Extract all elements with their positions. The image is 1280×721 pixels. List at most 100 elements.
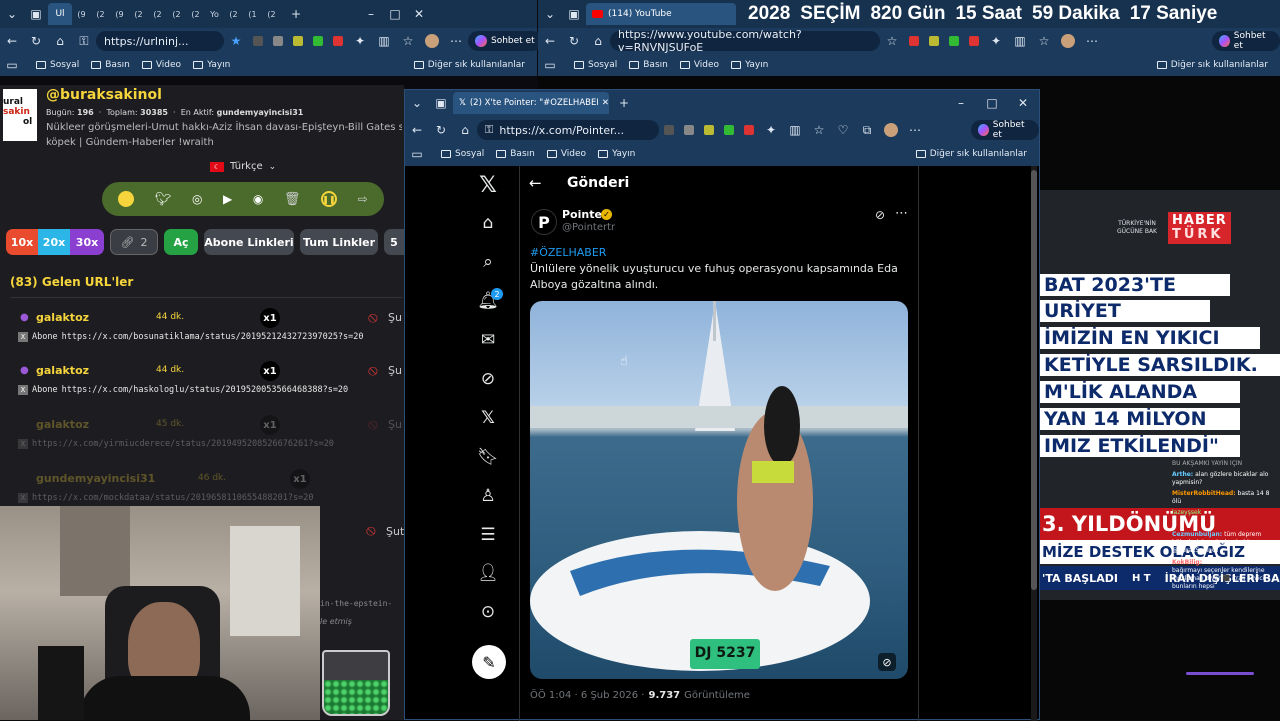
tab-2[interactable]: (2 (92, 6, 109, 23)
close-icon[interactable]: ✕ (412, 7, 426, 21)
more-icon[interactable]: ⋯ (1085, 34, 1099, 48)
trash-icon[interactable]: 🗑︎ (284, 192, 301, 207)
favorite-star-icon[interactable]: ☆ (885, 34, 899, 48)
back-icon[interactable]: ← (5, 34, 19, 48)
speed-20x-button[interactable]: 20x (38, 229, 70, 255)
tab-8[interactable]: Yo (206, 6, 223, 23)
x-logo-icon[interactable]: 𝕏 (477, 173, 499, 198)
workspaces-icon[interactable]: ▣ (567, 7, 581, 21)
tab-3[interactable]: (9 (111, 6, 128, 23)
tab-menu-chevron-icon[interactable]: ⌄ (543, 7, 557, 21)
block-icon[interactable]: ⦸ (368, 361, 378, 379)
back-arrow-icon[interactable]: ← (529, 174, 542, 192)
all-links-button[interactable]: Tum Linkler (300, 229, 378, 255)
ext-icon-2[interactable] (684, 125, 694, 135)
home-icon[interactable]: ⌂ (458, 123, 472, 137)
bookmark-yayin[interactable]: Yayın (731, 60, 768, 70)
open-button[interactable]: Aç (164, 229, 198, 255)
minimize-icon[interactable]: – (364, 7, 378, 21)
tab-1[interactable]: (9 (73, 6, 90, 23)
tweet-media-photo[interactable]: DJ 5237 ⊘ (530, 301, 908, 679)
url-row[interactable]: ● galaktoz 44 dk. x1 ⦸ Şu X Abone https://… (18, 308, 408, 356)
refresh-icon[interactable]: ↻ (29, 34, 43, 48)
split-screen-icon[interactable]: ▥ (377, 34, 391, 48)
yt-sohbet-button[interactable]: Sohbet et (1212, 31, 1280, 51)
ext-icon-3[interactable] (293, 36, 303, 46)
link-count-field[interactable]: 🔗︎ 2 (110, 229, 158, 255)
ext-icon-1[interactable] (909, 36, 919, 46)
grok-icon[interactable]: ⊘ (477, 368, 499, 390)
messages-envelope-icon[interactable]: ✉ (477, 329, 499, 351)
bookmark-basin[interactable]: Basın (629, 60, 668, 70)
bookmark-basin[interactable]: Basın (91, 60, 130, 70)
share-icon[interactable]: ⇨ (358, 192, 368, 206)
row-user[interactable]: galaktoz (36, 418, 89, 431)
ext-icon-5[interactable] (333, 36, 343, 46)
url-row-faded[interactable]: galaktoz 45 dk. x1 ⦸ Şu Xhttps://x.com/y… (18, 415, 408, 463)
ext-icon-4[interactable] (313, 36, 323, 46)
other-bookmarks[interactable]: Diğer sık kullanılanlar (413, 60, 525, 70)
compose-post-button[interactable]: ✎ (472, 645, 506, 679)
more-circle-icon[interactable]: ⊙ (477, 601, 499, 623)
refresh-icon[interactable]: ↻ (434, 123, 448, 137)
favorites-icon[interactable]: ☆ (1037, 34, 1051, 48)
back-icon[interactable]: ← (543, 34, 557, 48)
chrome-icon[interactable] (118, 191, 135, 207)
new-tab-icon[interactable]: + (617, 96, 631, 110)
ext-icon-2[interactable] (273, 36, 283, 46)
bookmark-video[interactable]: Video (679, 60, 719, 70)
row-user[interactable]: galaktoz (36, 364, 89, 377)
profile-avatar[interactable] (1061, 34, 1075, 48)
reading-list-icon[interactable]: ▭ (543, 58, 557, 72)
ext-icon-1[interactable] (253, 36, 263, 46)
block-icon[interactable]: ⦸ (368, 308, 378, 326)
tab-menu-chevron-icon[interactable]: ⌄ (410, 96, 424, 110)
collections-icon[interactable]: ♡ (836, 123, 850, 137)
ext-icon-4[interactable] (724, 125, 734, 135)
youtube-tab[interactable]: (114) YouTube (586, 3, 736, 25)
extensions-icon[interactable]: ✦ (353, 34, 367, 48)
ext-icon-5[interactable] (744, 125, 754, 135)
reading-list-icon[interactable]: ▭ (5, 58, 19, 72)
row-link[interactable]: Xhttps://x.com/mockdataa/status/20196581… (18, 493, 408, 503)
tweet-hashtag[interactable]: #ÖZELHABER (530, 245, 910, 261)
row-user[interactable]: galaktoz (36, 311, 89, 324)
bookmark-basin[interactable]: Basın (496, 149, 535, 159)
favorites-icon[interactable]: ☆ (812, 123, 826, 137)
x-sohbet-button[interactable]: Sohbet et (971, 120, 1039, 140)
bookmark-sosyal[interactable]: Sosyal (36, 60, 79, 70)
profile-icon[interactable]: 👤︎ (477, 562, 499, 584)
other-bookmarks[interactable]: Diğer sık kullanılanlar (915, 149, 1027, 159)
tab-4[interactable]: (2 (130, 6, 147, 23)
author-avatar[interactable]: P (531, 209, 557, 235)
pause-icon[interactable]: ❚❚ (320, 191, 337, 207)
back-icon[interactable]: ← (410, 123, 424, 137)
reading-list-icon[interactable]: ▭ (410, 147, 424, 161)
ext-icon-3[interactable] (949, 36, 959, 46)
workspaces-icon[interactable]: ▣ (29, 7, 43, 21)
bookmark-video[interactable]: Video (141, 60, 181, 70)
instagram-icon[interactable]: ◎ (192, 192, 202, 206)
ext-icon-3[interactable] (704, 125, 714, 135)
twitter-icon[interactable]: 🐦︎ (155, 192, 172, 207)
author-handle[interactable]: @Pointertr (562, 222, 615, 233)
x-scrollbar-thumb[interactable] (1031, 170, 1037, 590)
tab-9[interactable]: (2 (225, 6, 242, 23)
extensions-icon[interactable]: ✦ (989, 34, 1003, 48)
bookmark-sosyal[interactable]: Sosyal (441, 149, 484, 159)
explore-search-icon[interactable]: ⌕ (477, 251, 499, 273)
maximize-icon[interactable]: □ (985, 96, 999, 110)
bookmark-sosyal[interactable]: Sosyal (574, 60, 617, 70)
favorites-icon[interactable]: ☆ (401, 34, 415, 48)
refresh-icon[interactable]: ↻ (567, 34, 581, 48)
x-active-tab[interactable]: 𝕏 (2) X'te Pointer: "#ÖZELHABER Ünl... ✕ (453, 92, 609, 114)
row-link[interactable]: X Abone https://x.com/haskologlu/status/20… (18, 385, 408, 395)
tab-menu-chevron-icon[interactable]: ⌄ (5, 7, 19, 21)
split-screen-icon[interactable]: ▥ (788, 123, 802, 137)
lists-icon[interactable]: ☰ (477, 524, 499, 546)
yt-url-field[interactable]: https://www.youtube.com/watch?v=RNVNJSUF… (610, 28, 880, 54)
row-link[interactable]: Xhttps://x.com/yirmiucderece/status/2019… (18, 439, 408, 449)
site-info-icon[interactable]: ⚿ (77, 34, 91, 48)
block-icon[interactable]: ⦸ (368, 415, 378, 433)
tab-6[interactable]: (2 (168, 6, 185, 23)
